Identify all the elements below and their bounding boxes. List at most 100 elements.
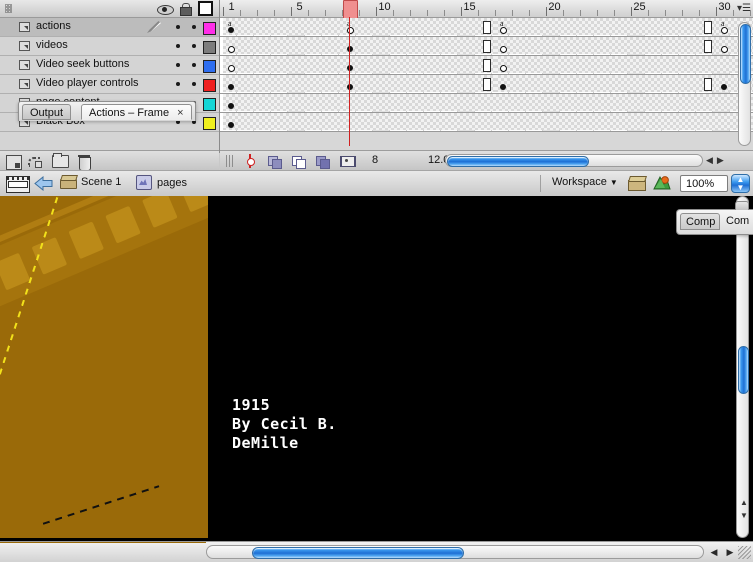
keyframe-marker[interactable]: [228, 122, 234, 128]
scroll-left-arrow-icon[interactable]: ◀: [706, 155, 713, 166]
frame-span[interactable]: [223, 18, 496, 35]
keyframe-marker[interactable]: [228, 103, 234, 109]
layer-color-swatch[interactable]: [203, 41, 216, 54]
back-arrow-icon[interactable]: [34, 176, 54, 191]
scroll-down-arrow-icon[interactable]: ▼: [740, 511, 748, 520]
layer-row[interactable]: Video seek buttons: [0, 56, 219, 75]
panel-grip-icon[interactable]: [735, 201, 749, 210]
eye-icon[interactable]: [157, 4, 174, 15]
tab-components[interactable]: Comp: [680, 213, 721, 230]
layer-visibility-toggle[interactable]: [176, 82, 180, 86]
keyframe-marker[interactable]: [721, 84, 727, 90]
scrollbar-thumb[interactable]: [252, 547, 464, 559]
tab-actions-frame[interactable]: Actions – Frame ×: [81, 104, 192, 120]
delete-layer-icon[interactable]: [78, 155, 91, 171]
add-motion-guide-icon[interactable]: [27, 155, 42, 168]
scrollbar-thumb[interactable]: [447, 156, 589, 167]
layer-color-swatch[interactable]: [203, 22, 216, 35]
modify-onion-markers-icon[interactable]: [340, 154, 356, 168]
layer-visibility-toggle[interactable]: [176, 63, 180, 67]
tab-output[interactable]: Output: [22, 104, 72, 120]
scroll-right-arrow-icon[interactable]: ▶: [717, 155, 724, 166]
frame-row[interactable]: aaaa: [220, 18, 753, 37]
frame-span[interactable]: [495, 37, 717, 54]
stage-title-text[interactable]: 1915 By Cecil B. DeMille: [232, 396, 337, 453]
close-icon[interactable]: ×: [177, 107, 183, 119]
keyframe-marker[interactable]: [500, 27, 507, 34]
breadcrumb-symbol[interactable]: pages: [136, 175, 187, 190]
frame-row[interactable]: [220, 75, 753, 94]
keyframe-marker[interactable]: [721, 27, 728, 34]
layer-row[interactable]: videos: [0, 37, 219, 56]
breadcrumb-scene[interactable]: Scene 1: [60, 175, 121, 189]
frame-span[interactable]: [223, 113, 753, 130]
workspace-menu[interactable]: Workspace ▼: [552, 176, 618, 188]
timeline-vertical-scrollbar[interactable]: [738, 22, 751, 146]
stage-vertical-scrollbar[interactable]: [736, 196, 749, 538]
bottom-scroll-arrows[interactable]: ◀ ▶: [706, 545, 738, 559]
frame-span[interactable]: [495, 75, 717, 92]
symbols-menu-icon[interactable]: [653, 175, 671, 191]
layer-lock-toggle[interactable]: [192, 82, 196, 86]
timeline-scroll-arrows[interactable]: ◀ ▶: [706, 154, 740, 167]
side-panel-peek[interactable]: Comp Com: [676, 201, 753, 235]
panel-grip-icon[interactable]: [5, 4, 12, 13]
keyframe-marker[interactable]: [500, 84, 506, 90]
scroll-up-arrow-icon[interactable]: ▲: [740, 498, 748, 507]
scrollbar-thumb[interactable]: [738, 346, 749, 394]
frame-span[interactable]: [223, 75, 496, 92]
layer-visibility-toggle[interactable]: [176, 44, 180, 48]
layer-lock-toggle[interactable]: [192, 25, 196, 29]
keyframe-marker[interactable]: [500, 65, 507, 72]
frame-span[interactable]: [223, 37, 496, 54]
keyframe-marker[interactable]: [347, 46, 353, 52]
frame-span[interactable]: [495, 56, 753, 73]
keyframe-marker[interactable]: [721, 46, 728, 53]
layer-visibility-toggle[interactable]: [176, 25, 180, 29]
stage-scroll-arrows[interactable]: ▲ ▼: [737, 496, 751, 522]
new-layer-icon[interactable]: [6, 155, 22, 170]
frame-row[interactable]: [220, 56, 753, 75]
stage[interactable]: 1915 By Cecil B. DeMille ▲ ▼ Comp Com: [0, 196, 753, 541]
onion-skin-icon[interactable]: [268, 154, 282, 169]
zoom-input[interactable]: 100%: [680, 175, 728, 192]
scene-menu-icon[interactable]: [628, 176, 646, 191]
layer-color-swatch[interactable]: [203, 60, 216, 73]
zoom-stepper-icon[interactable]: ▲ ▼: [731, 174, 750, 193]
center-frame-icon[interactable]: [244, 154, 257, 168]
edit-multiple-frames-icon[interactable]: [316, 154, 330, 169]
keyframe-marker[interactable]: [228, 46, 235, 53]
frame-row[interactable]: [220, 94, 753, 113]
resize-grip-icon[interactable]: [738, 546, 751, 559]
timeline-ruler[interactable]: ▾☰ 1 5 10 15 20 25 30: [220, 0, 753, 19]
onion-skin-outlines-icon[interactable]: [292, 154, 306, 169]
scroll-left-arrow-icon[interactable]: ◀: [711, 547, 718, 558]
panel-menu-icon[interactable]: ▾☰: [737, 3, 751, 14]
keyframe-marker[interactable]: [347, 65, 353, 71]
keyframe-marker[interactable]: [228, 84, 234, 90]
frame-row[interactable]: [220, 113, 753, 132]
layer-row[interactable]: Video player controls: [0, 75, 219, 94]
edit-scene-icon[interactable]: [6, 176, 30, 193]
scrollbar-thumb[interactable]: [740, 24, 751, 84]
frame-span[interactable]: [223, 56, 496, 73]
layer-color-swatch[interactable]: [203, 98, 216, 111]
timeline-horizontal-scrollbar[interactable]: [445, 154, 703, 167]
film-strip-graphic[interactable]: [0, 196, 208, 538]
keyframe-marker[interactable]: [347, 84, 353, 90]
frame-span[interactable]: [495, 18, 717, 35]
layer-row[interactable]: actions: [0, 18, 219, 37]
lock-icon[interactable]: [180, 3, 192, 16]
scroll-right-arrow-icon[interactable]: ▶: [727, 547, 734, 558]
frame-row[interactable]: [220, 37, 753, 56]
new-folder-icon[interactable]: [52, 153, 69, 168]
keyframe-marker[interactable]: [228, 65, 235, 72]
layer-color-swatch[interactable]: [203, 79, 216, 92]
frame-span[interactable]: [223, 94, 753, 111]
stage-horizontal-scrollbar[interactable]: [206, 545, 704, 559]
layer-lock-toggle[interactable]: [192, 63, 196, 67]
layer-color-swatch[interactable]: [203, 117, 216, 130]
outline-square-icon[interactable]: [198, 1, 213, 16]
playhead-marker[interactable]: [343, 0, 358, 19]
tab-component-inspector[interactable]: Com: [721, 213, 753, 230]
